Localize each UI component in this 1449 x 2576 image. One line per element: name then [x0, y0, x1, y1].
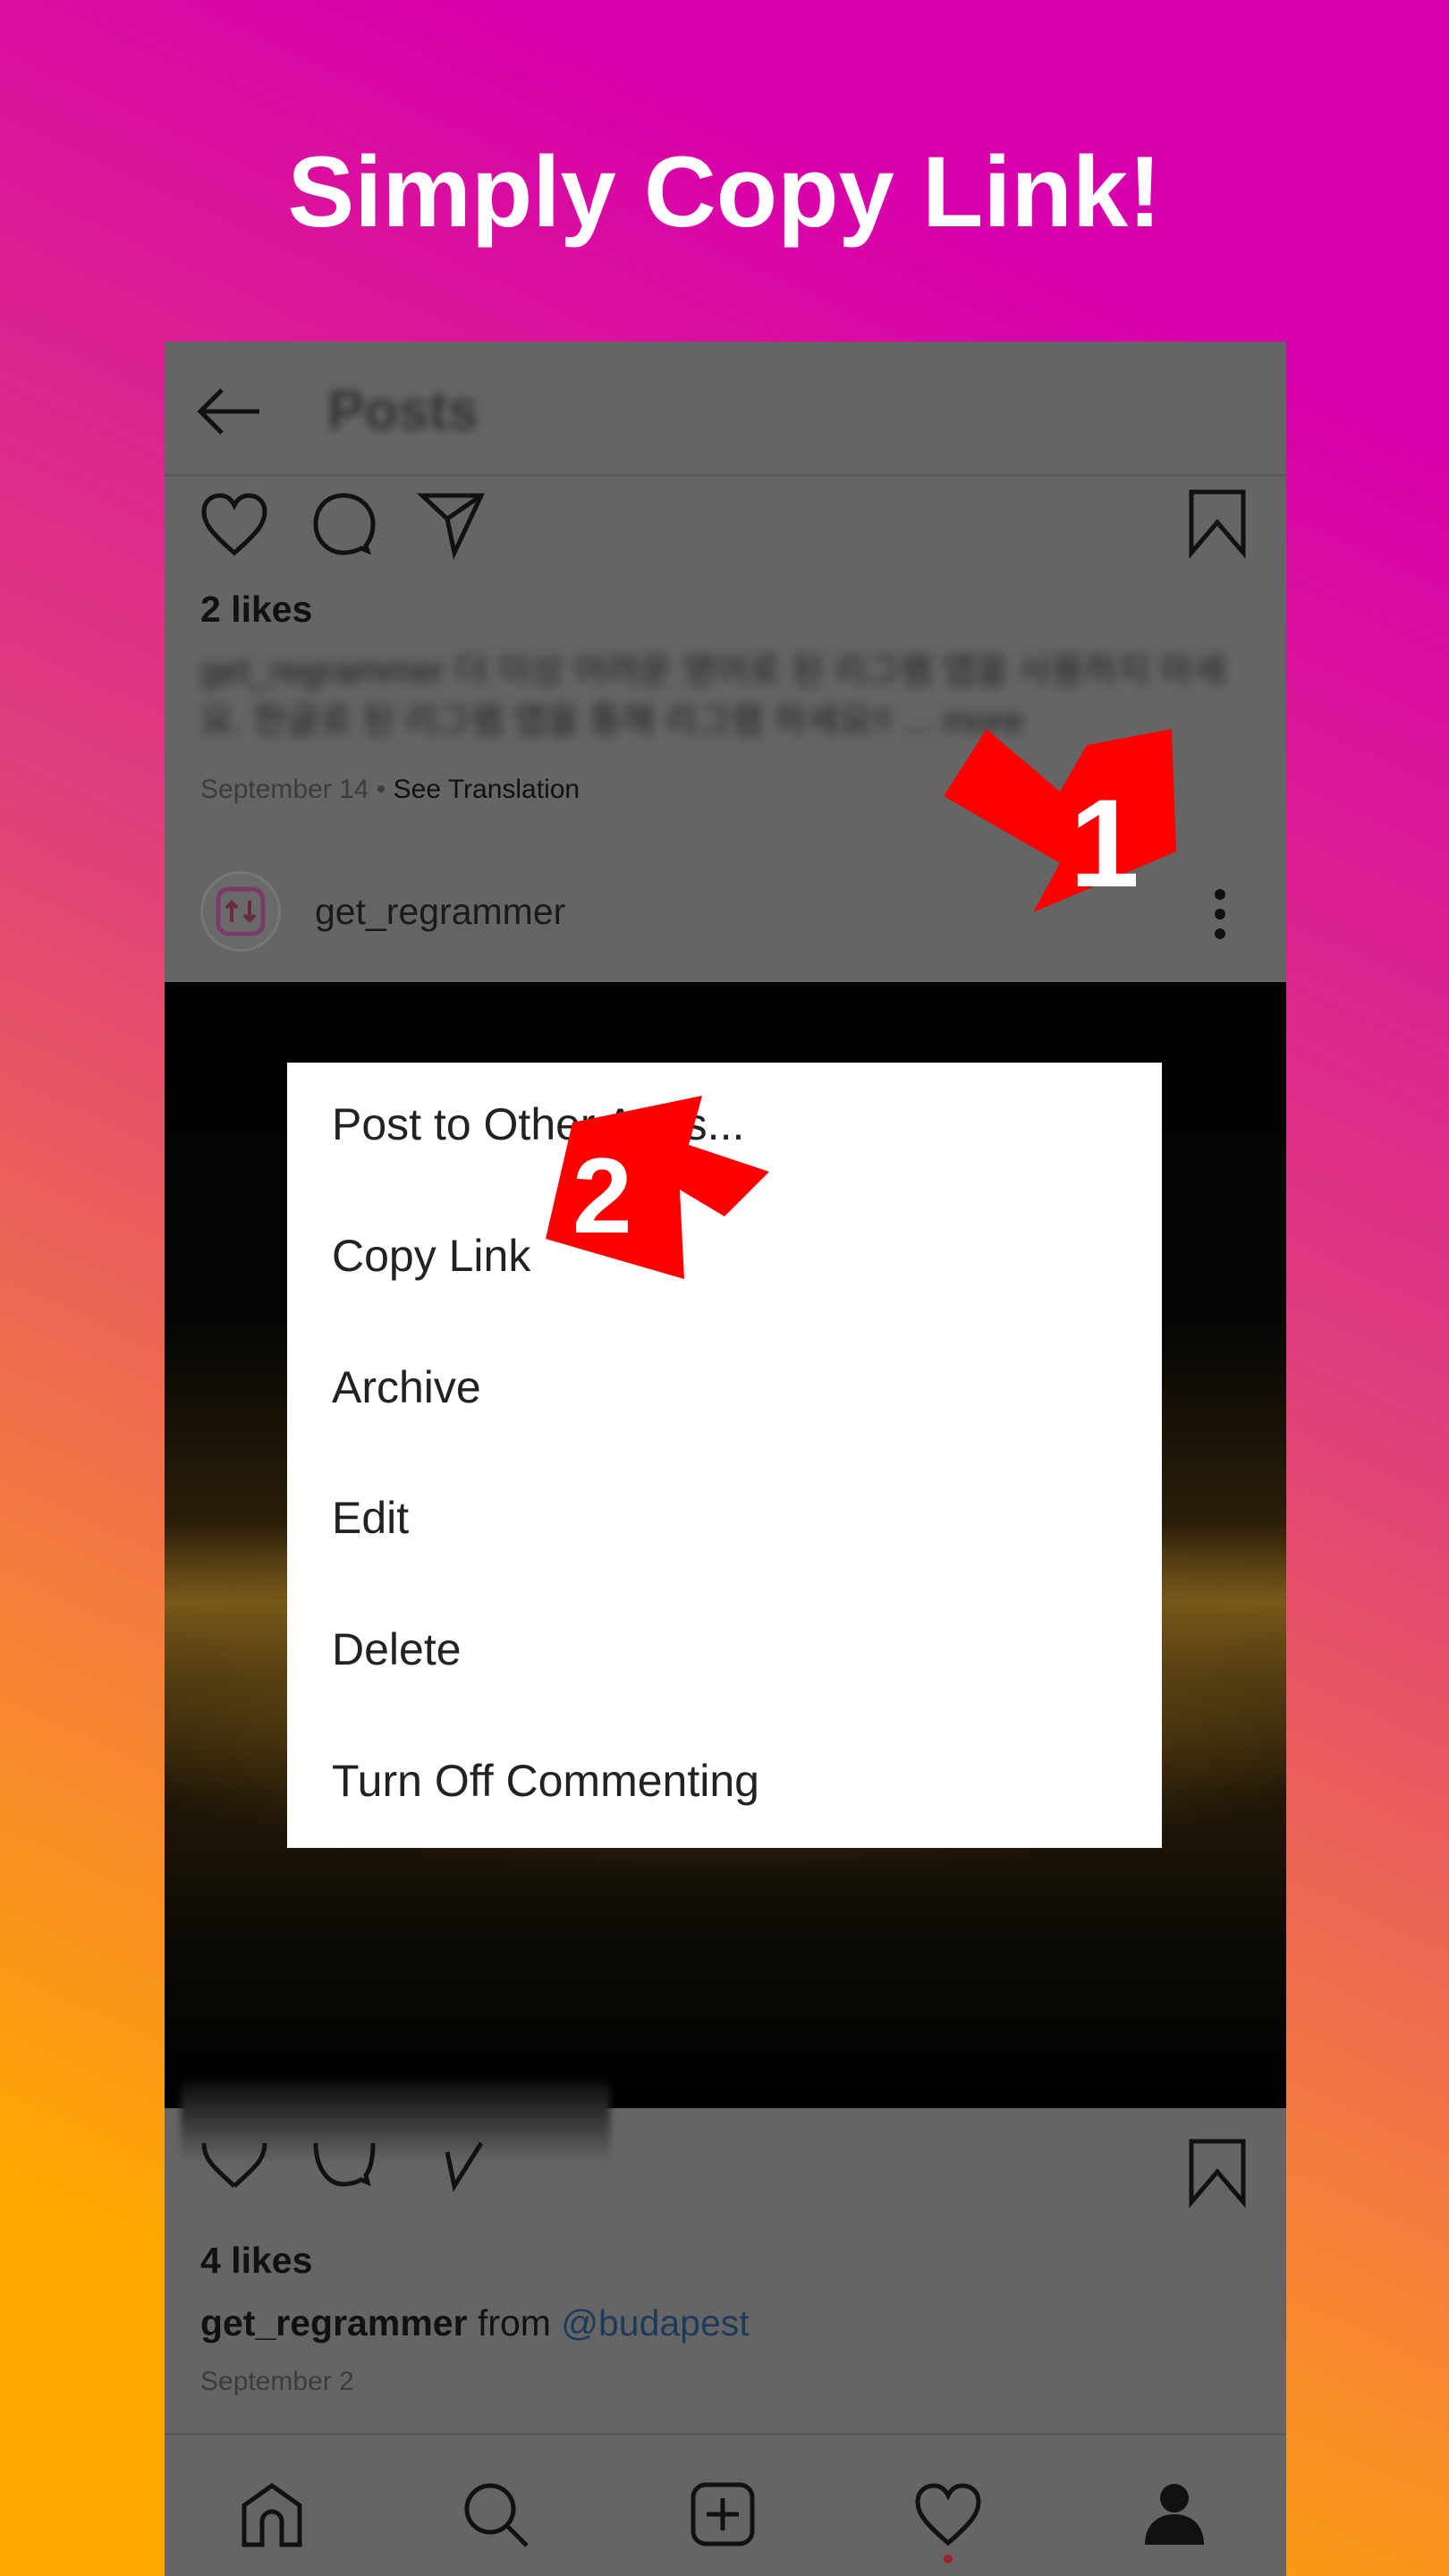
menu-item-archive[interactable]: Archive	[332, 1361, 481, 1413]
share-icon[interactable]	[416, 492, 485, 560]
bookmark-icon[interactable]	[1188, 488, 1247, 559]
step-2-label: 2	[572, 1136, 632, 1256]
post-caption: get_regrammer from @budapest	[200, 2302, 750, 2344]
caption-text: from	[477, 2302, 551, 2343]
mention-link[interactable]: @budapest	[561, 2302, 749, 2343]
comment-icon[interactable]	[312, 492, 376, 556]
avatar[interactable]	[200, 871, 281, 952]
likes-count: 2 likes	[200, 589, 313, 630]
see-translation-link[interactable]: See Translation	[394, 775, 580, 804]
post-date: September 2	[200, 2367, 354, 2396]
banner-title: Simply Copy Link!	[287, 136, 1162, 248]
top-bar: Posts	[165, 342, 1286, 477]
arrow-left-icon[interactable]	[195, 386, 267, 436]
date-text: September 14	[200, 775, 369, 804]
menu-item-copy-link[interactable]: Copy Link	[332, 1230, 530, 1282]
regram-logo-icon	[216, 886, 266, 936]
menu-item-edit[interactable]: Edit	[332, 1492, 409, 1544]
bookmark-icon[interactable]	[1188, 2138, 1247, 2208]
page-title: Posts	[327, 380, 479, 442]
activity-heart-icon[interactable]	[914, 2482, 982, 2563]
home-icon[interactable]	[241, 2482, 303, 2547]
bottom-nav	[165, 2433, 1286, 2576]
share-icon[interactable]	[419, 2140, 485, 2192]
post-username[interactable]: get_regrammer	[315, 891, 565, 933]
more-options-icon[interactable]	[1211, 887, 1229, 941]
annotation-arrow-1	[944, 729, 1176, 912]
step-1-label: 1	[1070, 773, 1140, 913]
caption-username[interactable]: get_regrammer	[200, 2302, 468, 2343]
post-date: September 14 • See Translation	[200, 775, 580, 804]
menu-item-turn-off-commenting[interactable]: Turn Off Commenting	[332, 1755, 759, 1807]
heart-icon[interactable]	[200, 492, 268, 556]
menu-item-delete[interactable]: Delete	[332, 1623, 462, 1675]
heart-icon[interactable]	[200, 2140, 268, 2190]
likes-count: 4 likes	[200, 2240, 313, 2281]
phone-screen: Posts 2 likes get_regrammer 더 이상 어려운 영어로…	[165, 342, 1286, 2576]
search-icon[interactable]	[463, 2482, 531, 2550]
new-post-icon[interactable]	[691, 2482, 755, 2546]
comment-icon[interactable]	[312, 2140, 376, 2190]
profile-icon[interactable]	[1143, 2482, 1206, 2546]
